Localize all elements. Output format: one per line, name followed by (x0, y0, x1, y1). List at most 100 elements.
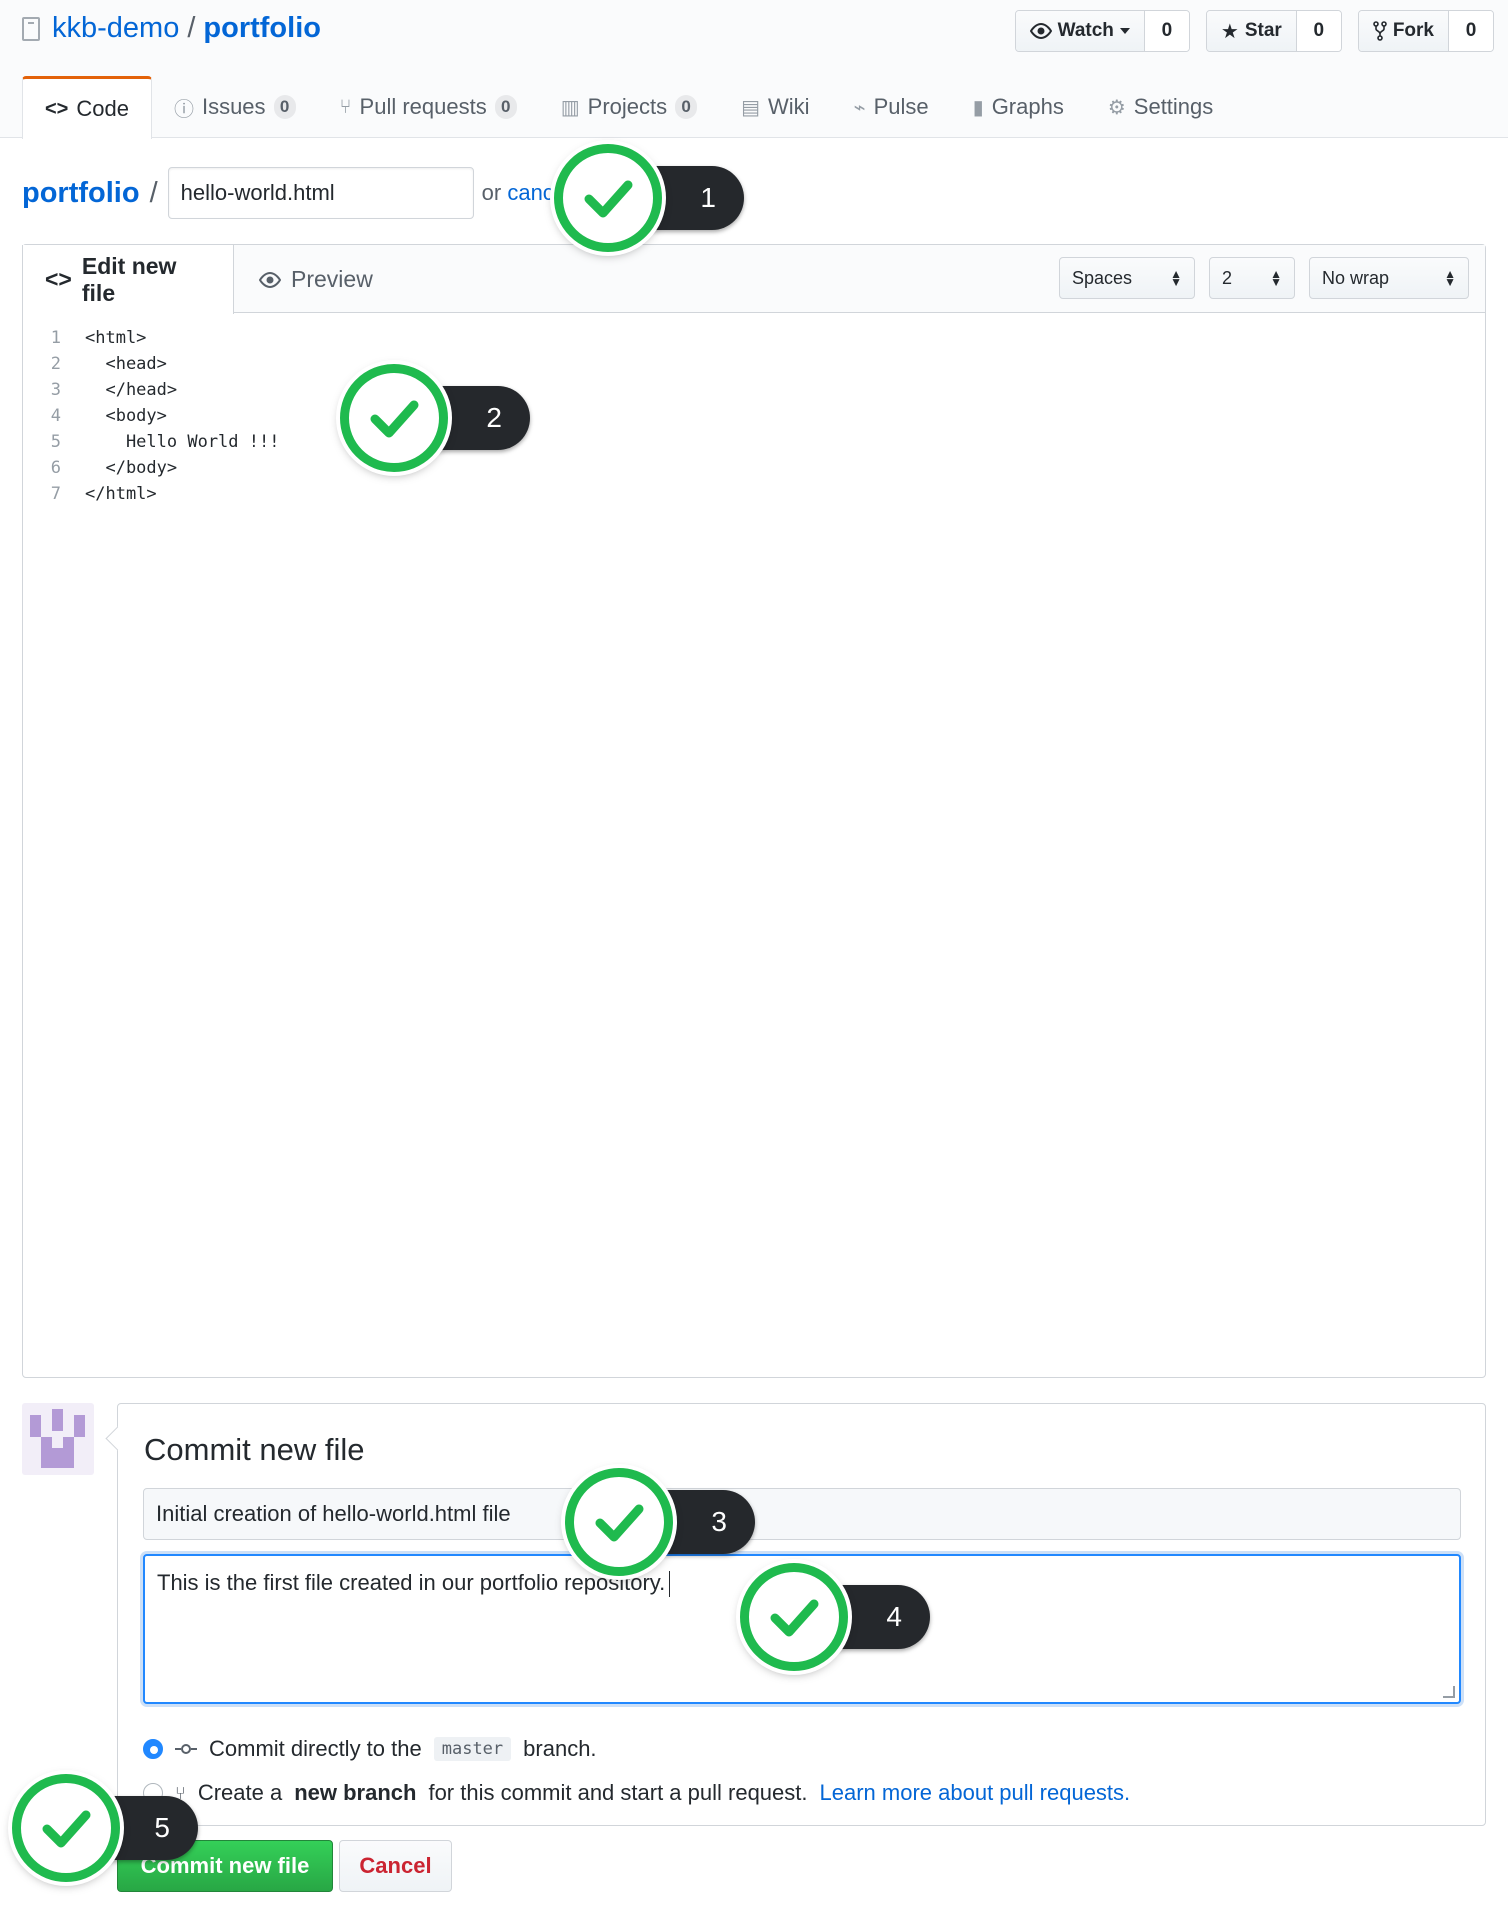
fork-button[interactable]: Fork (1358, 11, 1449, 51)
indent-mode-value: Spaces (1072, 267, 1133, 288)
pull-requests-counter: 0 (494, 95, 517, 119)
code-icon: <> (45, 266, 72, 292)
line-number: 5 (50, 432, 61, 452)
watch-label: Watch (1057, 20, 1114, 41)
text-cursor (669, 1571, 671, 1598)
line-number: 4 (50, 406, 61, 426)
book-icon: ▤ (741, 96, 761, 119)
check-icon (554, 144, 662, 252)
repo-name-link[interactable]: portfolio (203, 12, 321, 45)
code-line: 4 <body> (23, 403, 1485, 429)
repo-separator: / (187, 12, 196, 44)
projects-counter: 0 (675, 95, 698, 119)
file-editor: <> Edit new file Preview Spaces ▲ ▼ 2 ▲ ▼ … (22, 244, 1486, 1378)
preview-tab-label: Preview (291, 266, 373, 292)
avatar-pixel (30, 1415, 41, 1437)
star-label: Star (1244, 20, 1282, 41)
tab-code[interactable]: <> Code (22, 76, 152, 139)
edit-tab-label: Edit new file (81, 252, 177, 306)
indent-size-value: 2 (1222, 267, 1233, 288)
check-icon (12, 1774, 120, 1882)
breadcrumb-slash: / (149, 176, 158, 209)
commit-summary-input[interactable]: Initial creation of hello-world.html fil… (143, 1488, 1461, 1540)
commit-icon (175, 1744, 197, 1754)
commit-title: Commit new file (144, 1432, 365, 1467)
resize-handle-icon[interactable] (1443, 1686, 1455, 1698)
or-text: or (481, 180, 502, 205)
gear-icon: ⚙ (1107, 96, 1126, 119)
pulse-icon: ⌁ (853, 96, 866, 119)
new-branch-option[interactable]: ⑂ Create a new branch for this commit an… (143, 1780, 1130, 1806)
repo-owner-link[interactable]: kkb-demo (52, 12, 179, 45)
tab-settings[interactable]: ⚙ Settings (1086, 76, 1235, 138)
indent-mode-select[interactable]: Spaces ▲ ▼ (1059, 257, 1195, 299)
commit-description-text: This is the first file created in our po… (157, 1570, 666, 1595)
eye-icon (1029, 23, 1052, 39)
line-text: <body> (85, 406, 167, 426)
commit-direct-option[interactable]: Commit directly to the master branch. (143, 1736, 597, 1762)
tab-pulse[interactable]: ⌁ Pulse (832, 76, 951, 138)
line-text: </head> (85, 380, 178, 400)
new-branch-bold: new branch (294, 1780, 417, 1805)
avatar-pixel (41, 1448, 74, 1468)
tab-preview[interactable]: Preview (237, 245, 395, 314)
code-icon: <> (45, 97, 69, 120)
check-icon (340, 364, 448, 472)
line-number: 1 (50, 328, 61, 348)
chevron-down-icon (1119, 28, 1130, 34)
cancel-button[interactable]: Cancel (339, 1840, 452, 1892)
code-line: 6 </body> (23, 455, 1485, 481)
watch-count[interactable]: 0 (1144, 11, 1189, 51)
new-branch-prefix: Create a (197, 1780, 283, 1805)
breadcrumb-root-link[interactable]: portfolio (22, 177, 140, 210)
tab-settings-label: Settings (1133, 94, 1214, 119)
commit-direct-radio[interactable] (143, 1739, 163, 1759)
line-number: 7 (50, 484, 61, 504)
line-text: <html> (85, 328, 147, 348)
code-area[interactable]: 1 <html> 2 <head> 3 </head> 4 <body> 5 He… (23, 313, 1485, 519)
tab-graphs[interactable]: ▮ Graphs (951, 76, 1086, 138)
fork-group: Fork 0 (1357, 10, 1494, 52)
issue-icon: ⓘ (173, 98, 194, 121)
eye-icon (259, 271, 281, 288)
cancel-link[interactable]: canc (507, 180, 553, 205)
fork-label: Fork (1392, 20, 1434, 41)
watch-group: Watch 0 (1014, 10, 1190, 52)
filename-input[interactable] (167, 167, 474, 219)
star-button[interactable]: ★ Star (1206, 11, 1297, 51)
pull-request-icon: ⑂ (339, 95, 352, 118)
repo-nav: <> Code ⓘ Issues 0 ⑂ Pull requests 0 ▥ P… (22, 76, 1235, 139)
new-branch-suffix: for this commit and start a pull request… (428, 1780, 808, 1805)
code-line: 5 Hello World !!! (23, 429, 1485, 455)
tab-wiki[interactable]: ▤ Wiki (719, 76, 831, 138)
project-icon: ▥ (560, 96, 580, 119)
repo-actions: Watch 0 ★ Star 0 Fork 0 (1014, 10, 1494, 52)
star-count[interactable]: 0 (1296, 11, 1341, 51)
line-number: 3 (50, 380, 61, 400)
check-icon (565, 1468, 673, 1576)
avatar[interactable] (22, 1403, 94, 1475)
learn-more-link[interactable]: Learn more about pull requests. (820, 1780, 1131, 1806)
tab-pull-requests-label: Pull requests (359, 94, 487, 119)
code-line: 7 </html> (23, 481, 1485, 507)
editor-header: <> Edit new file Preview Spaces ▲ ▼ 2 ▲ ▼ … (22, 245, 1485, 314)
wrap-mode-select[interactable]: No wrap ▲ ▼ (1309, 257, 1469, 299)
fork-count[interactable]: 0 (1449, 11, 1493, 51)
line-number: 2 (50, 354, 61, 374)
tab-pulse-label: Pulse (873, 94, 929, 119)
select-arrows-icon: ▲ ▼ (1170, 267, 1182, 289)
wrap-mode-value: No wrap (1322, 267, 1390, 288)
line-text: <head> (85, 354, 167, 374)
indent-size-select[interactable]: 2 ▲ ▼ (1209, 257, 1295, 299)
select-arrows-icon: ▲ ▼ (1270, 267, 1282, 289)
tab-issues[interactable]: ⓘ Issues 0 (152, 76, 318, 138)
tab-projects[interactable]: ▥ Projects 0 (539, 76, 719, 138)
star-group: ★ Star 0 (1205, 10, 1342, 52)
tab-edit-new-file[interactable]: <> Edit new file (22, 245, 234, 314)
tab-code-label: Code (76, 96, 129, 121)
line-text: </body> (85, 458, 178, 478)
avatar-pixel (74, 1415, 85, 1437)
code-line: 2 <head> (23, 351, 1485, 377)
tab-pull-requests[interactable]: ⑂ Pull requests 0 (318, 76, 539, 138)
watch-button[interactable]: Watch (1015, 11, 1145, 51)
